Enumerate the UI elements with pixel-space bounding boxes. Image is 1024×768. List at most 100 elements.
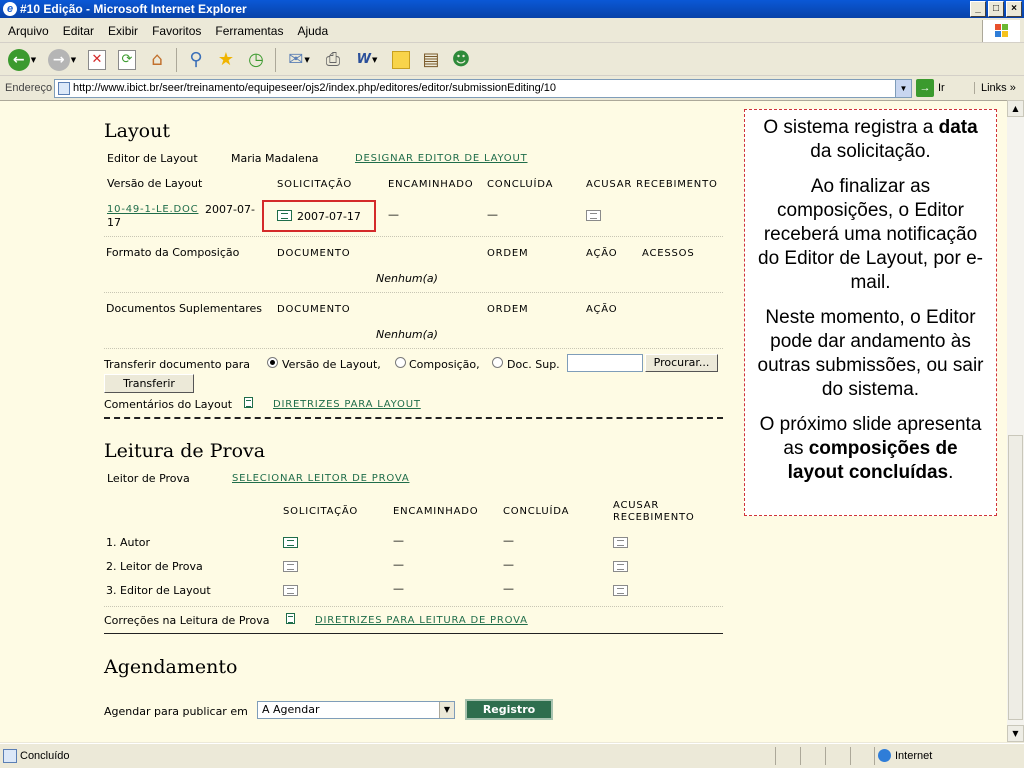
menu-favoritos[interactable]: Favoritos	[152, 24, 201, 38]
maximize-button[interactable]: □	[988, 1, 1004, 17]
refresh-icon: ⟳	[118, 49, 136, 70]
proof-layout-request-icon[interactable]	[283, 585, 298, 596]
layout-guidelines-link[interactable]: DIRETRIZES PARA LAYOUT	[273, 399, 421, 410]
transfer-button[interactable]: Transferir	[104, 374, 194, 393]
proof-col-acusar: ACUSAR	[613, 500, 660, 511]
request-email-icon[interactable]	[277, 210, 292, 221]
discuss-button[interactable]	[388, 47, 414, 73]
favorites-button[interactable]: ★	[213, 47, 239, 73]
proof-row-proofreader: 2. Leitor de Prova	[106, 560, 203, 573]
proof-layout-ack-icon[interactable]	[613, 585, 628, 596]
file-path-input[interactable]	[567, 354, 643, 372]
address-dropdown-button[interactable]: ▼	[895, 79, 911, 97]
acknowledge-email-icon[interactable]	[586, 210, 601, 221]
radio-supp-doc[interactable]	[492, 357, 503, 368]
proof-reader-ack-icon[interactable]	[613, 561, 628, 572]
address-label: Endereço	[5, 82, 53, 94]
ie-logo-icon: e	[3, 2, 17, 16]
proofreading-guidelines-link[interactable]: DIRETRIZES PARA LEITURA DE PROVA	[315, 615, 528, 626]
assign-layout-editor-link[interactable]: DESIGNAR EDITOR DE LAYOUT	[355, 153, 528, 164]
edit-button[interactable]: W ▼	[350, 47, 384, 73]
browse-button[interactable]: Procurar...	[645, 354, 718, 372]
divider	[104, 348, 723, 349]
schedule-select-value: A Agendar	[262, 703, 320, 716]
menu-editar[interactable]: Editar	[63, 24, 94, 38]
refresh-button[interactable]: ⟳	[114, 47, 140, 73]
window-titlebar: e #10 Edição - Microsoft Internet Explor…	[0, 0, 1024, 18]
print-button[interactable]: ⎙	[320, 47, 346, 73]
back-arrow-icon: ←	[7, 48, 30, 71]
radio-composition-label: Composição,	[409, 358, 480, 371]
toolbar: ← ▼ → ▼ ✕ ⟳ ⌂ ⚲ ★ ◷ ✉ ▼ ⎙ W ▼ ▤ ☻	[0, 44, 1024, 76]
layout-editor-label: Editor de Layout	[107, 152, 198, 165]
research-button[interactable]: ▤	[418, 47, 444, 73]
record-button[interactable]: Registro	[465, 699, 553, 720]
menu-ferramentas[interactable]: Ferramentas	[215, 24, 283, 38]
history-button[interactable]: ◷	[243, 47, 269, 73]
radio-composition[interactable]	[395, 357, 406, 368]
minimize-button[interactable]: _	[970, 1, 986, 17]
menu-exibir[interactable]: Exibir	[108, 24, 138, 38]
proof-author-request-icon[interactable]	[283, 537, 298, 548]
page-icon	[58, 81, 70, 95]
radio-supp-doc-label: Doc. Sup.	[507, 358, 560, 371]
select-proofreader-link[interactable]: SELECIONAR LEITOR DE PROVA	[232, 473, 409, 484]
request-date: 2007-07-17	[297, 210, 361, 223]
completed-value: —	[487, 208, 498, 221]
windows-logo	[982, 20, 1020, 42]
stop-button[interactable]: ✕	[84, 47, 110, 73]
format-empty: Nenhum(a)	[376, 272, 438, 285]
note-p3: Neste momento, o Editor pode dar andamen…	[757, 307, 984, 400]
address-input[interactable]: http://www.ibict.br/seer/treinamento/equ…	[54, 78, 912, 98]
supp-col-acao: AÇÃO	[586, 304, 618, 315]
corrections-document-icon[interactable]	[286, 613, 295, 624]
format-col-acao: AÇÃO	[586, 248, 618, 259]
layout-file-link[interactable]: 10-49-1-LE.DOC	[107, 204, 198, 215]
schedule-select[interactable]: A Agendar ▼	[257, 701, 455, 719]
comments-document-icon[interactable]	[244, 397, 253, 408]
home-button[interactable]: ⌂	[144, 47, 170, 73]
proof-row-author: 1. Autor	[106, 536, 151, 549]
page-done-icon	[3, 749, 17, 763]
messenger-icon: ☻	[451, 49, 471, 70]
go-button[interactable]: → Ir	[916, 79, 966, 97]
proofreading-section-title: Leitura de Prova	[104, 440, 266, 462]
layout-comments-label: Comentários do Layout	[104, 398, 233, 411]
mail-button[interactable]: ✉ ▼	[282, 47, 316, 73]
menu-arquivo[interactable]: Arquivo	[8, 24, 49, 38]
supp-col-ordem: ORDEM	[487, 304, 529, 315]
proof-layout-completed: —	[503, 582, 514, 595]
scroll-up-button[interactable]: ▲	[1007, 100, 1024, 117]
col-encaminhado: ENCAMINHADO	[388, 179, 474, 190]
proof-reader-request-icon[interactable]	[283, 561, 298, 572]
proof-col-solicitacao: SOLICITAÇÃO	[283, 506, 358, 517]
search-button[interactable]: ⚲	[183, 47, 209, 73]
radio-layout-version[interactable]	[267, 357, 278, 368]
window-title: #10 Edição - Microsoft Internet Explorer	[20, 2, 247, 16]
proof-col-recebimento: RECEBIMENTO	[613, 512, 695, 523]
menu-ajuda[interactable]: Ajuda	[297, 24, 328, 38]
go-label: Ir	[938, 82, 945, 94]
format-label: Formato da Composição	[106, 246, 240, 259]
proof-author-ack-icon[interactable]	[613, 537, 628, 548]
search-icon: ⚲	[189, 49, 203, 70]
close-button[interactable]: ×	[1006, 1, 1022, 17]
scroll-down-button[interactable]: ▼	[1007, 725, 1024, 742]
status-text: Concluído	[0, 749, 774, 763]
proof-reader-forwarded: —	[393, 558, 404, 571]
proof-author-forwarded: —	[393, 534, 404, 547]
status-bar: Concluído Internet	[0, 743, 1024, 768]
section-divider	[104, 633, 723, 634]
word-icon: W	[356, 52, 371, 67]
links-button[interactable]: Links »	[974, 82, 1016, 94]
scroll-thumb[interactable]	[1008, 435, 1023, 720]
format-col-ordem: ORDEM	[487, 248, 529, 259]
back-button[interactable]: ← ▼	[4, 47, 40, 73]
messenger-button[interactable]: ☻	[448, 47, 474, 73]
divider	[104, 606, 723, 607]
vertical-scrollbar[interactable]: ▲ ▼	[1007, 100, 1024, 742]
go-arrow-icon: →	[916, 79, 934, 97]
note-p2: Ao finalizar as composições, o Editor re…	[758, 176, 983, 293]
forward-button[interactable]: → ▼	[44, 47, 80, 73]
scheduling-section-title: Agendamento	[104, 656, 238, 678]
